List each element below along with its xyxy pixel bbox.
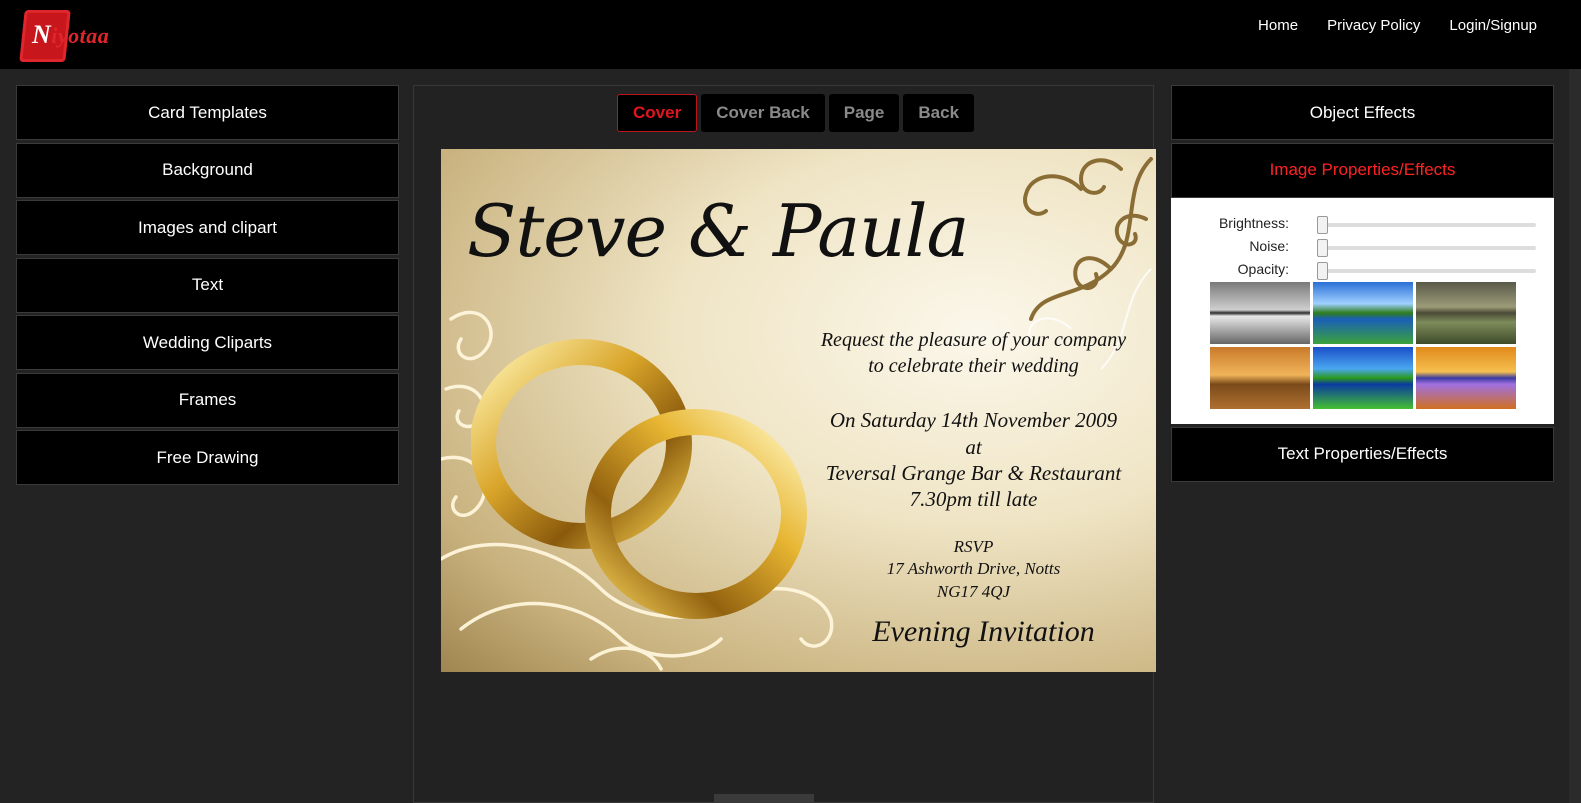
effect-thumb-grayscale[interactable] xyxy=(1210,281,1310,344)
gold-rings-icon xyxy=(471,339,807,619)
background-button[interactable]: Background xyxy=(16,142,399,198)
editor-canvas-panel: Cover Cover Back Page Back Steve & Paula… xyxy=(413,85,1156,803)
text-button[interactable]: Text xyxy=(16,257,399,313)
frames-button[interactable]: Frames xyxy=(16,372,399,428)
brightness-label: Brightness: xyxy=(1218,214,1289,231)
logo-initial: N xyxy=(32,20,52,49)
page-tabs: Cover Cover Back Page Back xyxy=(617,94,975,132)
card-postcode[interactable]: NG17 4QJ xyxy=(791,582,1156,602)
tab-page[interactable]: Page xyxy=(828,94,900,132)
logo-text: iyotaa xyxy=(51,23,110,48)
page-scrollbar[interactable] xyxy=(1569,69,1581,803)
main-nav: Home Privacy Policy Login/Signup xyxy=(1229,17,1537,34)
nav-login-signup[interactable]: Login/Signup xyxy=(1449,17,1537,34)
effect-thumb-inverted[interactable] xyxy=(1416,346,1516,409)
top-bar: Niyotaa Home Privacy Policy Login/Signup xyxy=(0,0,1581,69)
free-drawing-button[interactable]: Free Drawing xyxy=(16,430,399,485)
image-properties-body: Brightness: Noise: Opacity: xyxy=(1171,197,1554,424)
noise-slider-handle[interactable] xyxy=(1317,238,1328,257)
card-rsvp[interactable]: RSVP xyxy=(791,537,1156,557)
opacity-track[interactable] xyxy=(1321,268,1536,273)
card-venue[interactable]: Teversal Grange Bar & Restaurant xyxy=(791,461,1156,486)
tab-back[interactable]: Back xyxy=(903,94,975,132)
noise-track[interactable] xyxy=(1321,245,1536,250)
text-properties-header[interactable]: Text Properties/Effects xyxy=(1171,426,1554,482)
wedding-cliparts-button[interactable]: Wedding Cliparts xyxy=(16,315,399,370)
card-address[interactable]: 17 Ashworth Drive, Notts xyxy=(791,559,1156,579)
left-tools-panel: Card Templates Background Images and cli… xyxy=(16,85,399,488)
noise-row: Noise: xyxy=(1171,238,1554,260)
effect-thumbnails xyxy=(1210,281,1516,409)
noise-label: Noise: xyxy=(1249,237,1289,254)
nav-home[interactable]: Home xyxy=(1258,17,1298,34)
niyotaa-logo[interactable]: Niyotaa xyxy=(19,6,120,64)
opacity-row: Opacity: xyxy=(1171,261,1554,283)
image-properties-header[interactable]: Image Properties/Effects xyxy=(1171,142,1554,198)
invitation-card[interactable]: Steve & Paula Request the pleasure of yo… xyxy=(441,149,1156,672)
images-clipart-button[interactable]: Images and clipart xyxy=(16,200,399,255)
effect-thumb-original[interactable] xyxy=(1313,281,1413,344)
object-effects-header[interactable]: Object Effects xyxy=(1171,85,1554,140)
tab-cover[interactable]: Cover xyxy=(617,94,698,132)
tab-cover-back[interactable]: Cover Back xyxy=(701,94,825,132)
nav-privacy-policy[interactable]: Privacy Policy xyxy=(1327,17,1420,34)
brightness-slider-handle[interactable] xyxy=(1317,215,1328,234)
card-line2[interactable]: to celebrate their wedding xyxy=(791,355,1156,378)
effect-thumb-sepia[interactable] xyxy=(1210,346,1310,409)
card-date[interactable]: On Saturday 14th November 2009 xyxy=(791,408,1156,433)
canvas-scroll-handle[interactable] xyxy=(714,794,814,802)
card-templates-button[interactable]: Card Templates xyxy=(16,85,399,140)
brightness-row: Brightness: xyxy=(1171,215,1554,237)
right-properties-panel: Object Effects Image Properties/Effects … xyxy=(1171,85,1554,482)
card-line1[interactable]: Request the pleasure of your company xyxy=(791,329,1156,352)
brightness-track[interactable] xyxy=(1321,222,1536,227)
opacity-label: Opacity: xyxy=(1237,260,1289,277)
card-time[interactable]: 7.30pm till late xyxy=(791,487,1156,512)
effect-thumb-vintage[interactable] xyxy=(1416,281,1516,344)
opacity-slider-handle[interactable] xyxy=(1317,261,1328,280)
card-at[interactable]: at xyxy=(791,435,1156,460)
card-names[interactable]: Steve & Paula xyxy=(467,189,969,273)
effect-thumb-saturated[interactable] xyxy=(1313,346,1413,409)
card-footer[interactable]: Evening Invitation xyxy=(801,615,1156,649)
